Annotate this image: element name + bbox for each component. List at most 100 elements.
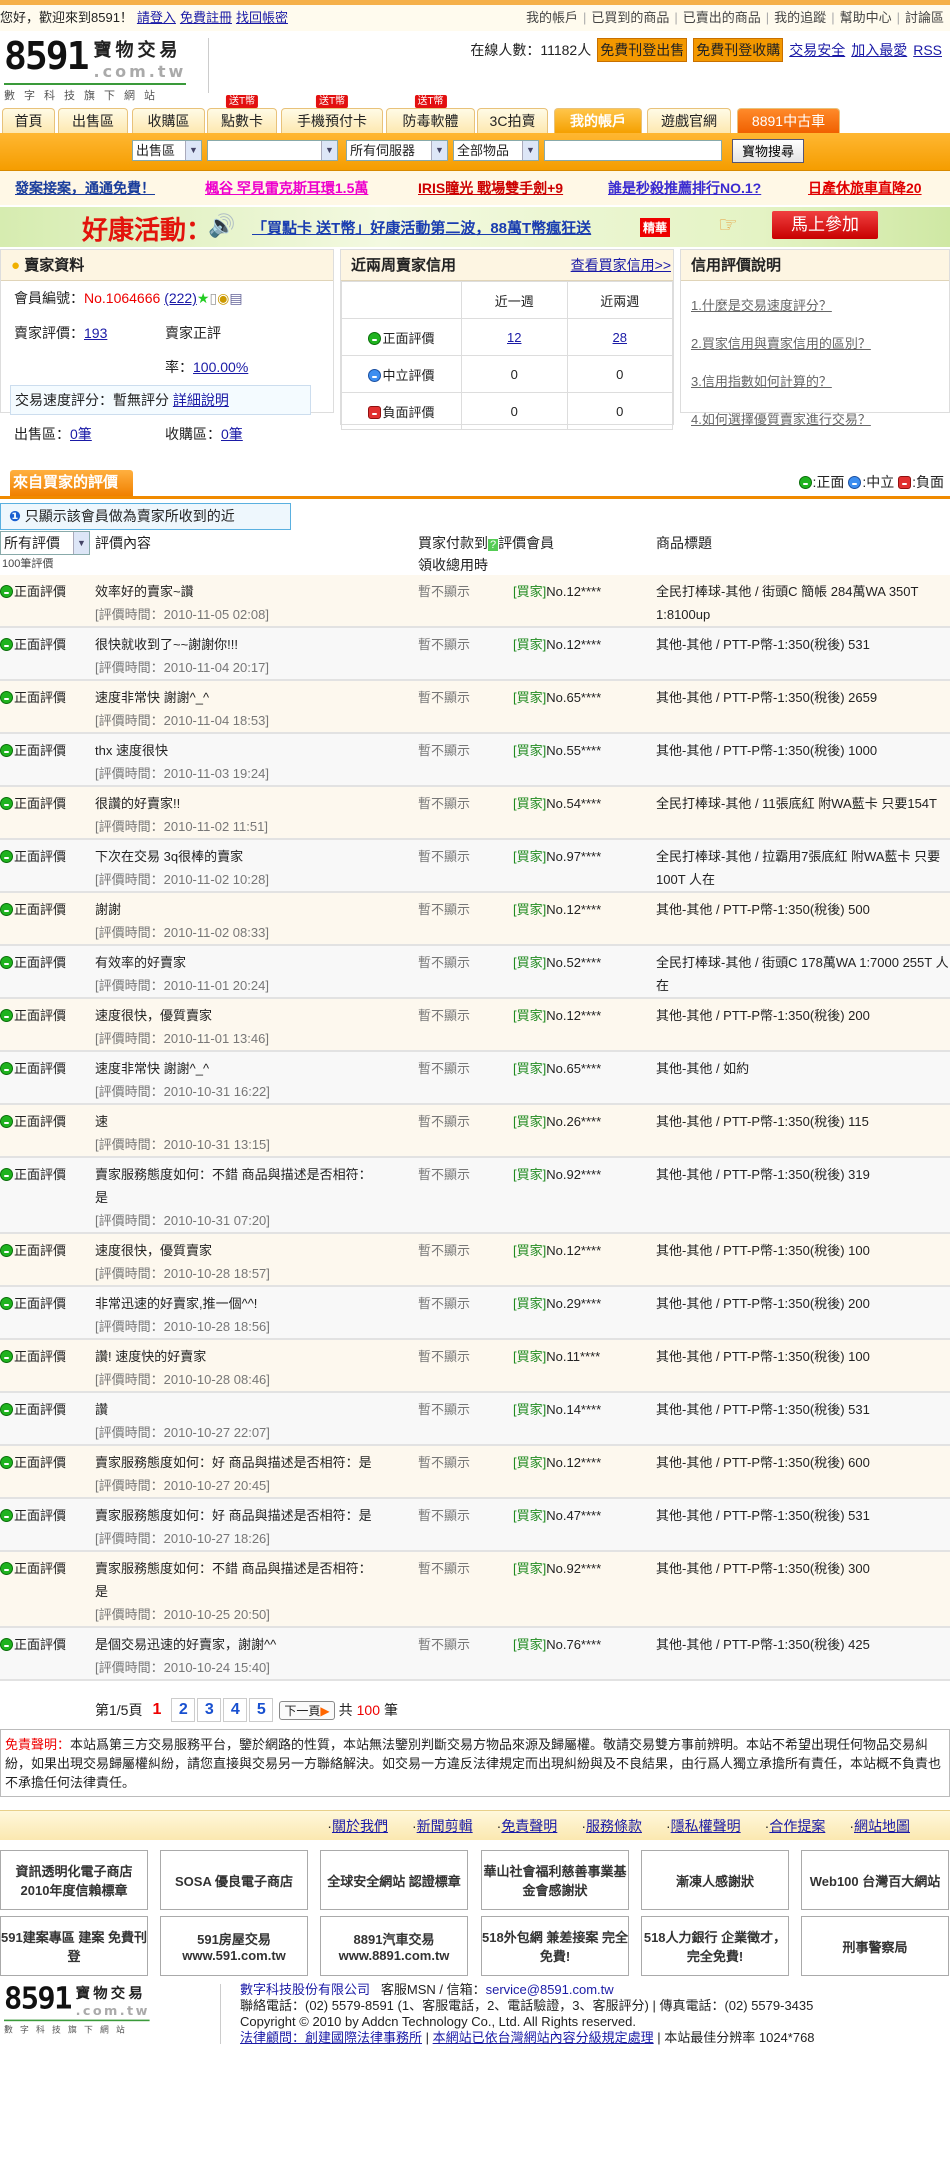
footer-link[interactable]: 關於我們 xyxy=(332,1818,388,1834)
review-content: 很快就收到了~~謝謝你!!! [評價時間：2010-11-04 20:17] xyxy=(95,627,418,681)
partner-badge[interactable]: Web100 台灣百大網站 xyxy=(801,1850,949,1910)
explain-link[interactable]: 3.信用指數如何計算的？ xyxy=(691,371,871,409)
partner-badge[interactable]: SOSA 優良電子商店 xyxy=(160,1850,308,1910)
help-icon[interactable]: ? xyxy=(488,539,499,551)
rating-type: 正面評價 xyxy=(0,733,95,787)
promo-link[interactable]: 發案接案，通通免費！ xyxy=(15,178,155,198)
tab-2[interactable]: 出售區 xyxy=(58,108,128,133)
email-link[interactable]: service@8591.com.tw xyxy=(486,1982,614,1997)
positive-rate-row: 率：100.00% xyxy=(165,359,249,375)
review-content: 非常迅速的好賣家,推一個^^! [評價時間：2010-10-28 18:56] xyxy=(95,1286,418,1340)
footer-link[interactable]: 新聞剪輯 xyxy=(417,1818,473,1834)
positive-rate-link[interactable]: 100.00% xyxy=(193,359,248,375)
search-input[interactable] xyxy=(544,140,722,161)
partner-badge[interactable]: 漸凍人感謝狀 xyxy=(641,1850,789,1910)
tab-badge: 送T幣 xyxy=(414,95,447,108)
join-now-button[interactable]: 馬上參加 xyxy=(772,211,878,239)
partner-badge[interactable]: 591建案專區 建案 免費刊登 xyxy=(0,1916,148,1976)
review-comment: 速度很快，優質賣家 xyxy=(95,1008,213,1023)
partner-badge[interactable]: 8891汽車交易 www.8891.com.tw xyxy=(320,1916,468,1976)
promo-link[interactable]: 日產休旅車直降20 xyxy=(808,178,922,198)
speaker-icon: 🔊 xyxy=(208,213,236,238)
footer-link[interactable]: 合作提案 xyxy=(769,1818,825,1834)
review-content: 讚 [評價時間：2010-10-27 22:07] xyxy=(95,1392,418,1446)
post-buy-button[interactable]: 免費刊登收購 xyxy=(693,38,784,62)
tab-6[interactable]: 防毒軟體 送T幣 xyxy=(386,95,475,133)
server-select[interactable]: 所有伺服器 ▼ xyxy=(346,140,448,161)
top-link[interactable]: 我的追蹤 xyxy=(774,10,826,25)
partner-badge[interactable]: 518人力銀行 企業徵才，完全免費! xyxy=(641,1916,789,1976)
promo-link[interactable]: 楓谷 罕見雷克斯耳環1.5萬 xyxy=(205,178,368,198)
promo-link[interactable]: IRIS瞳光 戰場雙手劍+9 xyxy=(418,178,563,198)
pay-duration: 暫不顯示 xyxy=(418,1498,513,1552)
footer-link[interactable]: 網站地圖 xyxy=(854,1818,910,1834)
tab-3[interactable]: 收購區 xyxy=(132,108,205,133)
login-link[interactable]: 請登入 xyxy=(137,10,176,25)
top-link[interactable]: 我的帳戶 xyxy=(526,10,578,25)
top-link[interactable]: 已買到的商品 xyxy=(591,10,669,25)
speed-detail-link[interactable]: 詳細說明 xyxy=(173,392,229,408)
page-link[interactable]: 3 xyxy=(197,1698,222,1722)
banner-link[interactable]: 「買點卡 送T幣」好康活動第二波，88萬T幣瘋狂送 xyxy=(252,217,591,238)
partner-badge[interactable]: 華山社會福利慈善事業基金會感謝狀 xyxy=(481,1850,629,1910)
site-logo[interactable]: 8591 寶物交易 .com.tw 數字科技旗下網站 xyxy=(4,36,187,103)
sell-count-link[interactable]: 0筆 xyxy=(70,426,92,442)
review-member: [買家]No.97**** xyxy=(513,839,656,893)
tab-8[interactable]: 我的帳戶 xyxy=(554,108,642,133)
tab-1[interactable]: 首頁 xyxy=(2,108,55,133)
recover-link[interactable]: 找回帳密 xyxy=(236,10,288,25)
register-link[interactable]: 免費註冊 xyxy=(180,10,232,25)
featured-tag: 精華 xyxy=(640,218,671,237)
member-count-link[interactable]: (222) xyxy=(164,290,197,306)
explain-link[interactable]: 4.如何選擇優質賣家進行交易？ xyxy=(691,409,871,447)
partner-badge[interactable]: 全球安全網站 認證標章 xyxy=(320,1850,468,1910)
page-link[interactable]: 5 xyxy=(249,1698,274,1722)
positive-2week-link[interactable]: 28 xyxy=(613,330,627,345)
seller-rating-link[interactable]: 193 xyxy=(84,325,107,341)
footer-link[interactable]: 服務條款 xyxy=(586,1818,642,1834)
page-link[interactable]: 4 xyxy=(223,1698,248,1722)
partner-badge[interactable]: 518外包網 兼差接案 完全免費! xyxy=(481,1916,629,1976)
area-select[interactable]: 出售區 ▼ xyxy=(132,140,202,161)
post-sell-button[interactable]: 免費刊登出售 xyxy=(597,38,688,62)
positive-week-link[interactable]: 12 xyxy=(507,330,521,345)
next-page-button[interactable]: 下一頁▶ xyxy=(279,1700,335,1720)
top-link[interactable]: 幫助中心 xyxy=(840,10,892,25)
top-link[interactable]: 已賣出的商品 xyxy=(683,10,761,25)
greeting: 您好，歡迎來到8591！ xyxy=(0,10,133,25)
explain-link[interactable]: 1.什麼是交易速度評分？ xyxy=(691,295,871,333)
credit-header: 近兩周賣家信用 查看買家信用>> xyxy=(341,250,673,281)
game-select[interactable]: ▼ xyxy=(207,140,338,161)
legal-link[interactable]: 法律顧問：創建國際法律事務所 xyxy=(240,2030,422,2045)
buy-count-link[interactable]: 0筆 xyxy=(221,426,243,442)
partner-badge[interactable]: 刑事警察局 xyxy=(801,1916,949,1976)
tab-label: 收購區 xyxy=(147,113,190,129)
view-buyer-credit-link[interactable]: 查看買家信用>> xyxy=(571,250,671,281)
tab-buyer-reviews[interactable]: 來自買家的評價 xyxy=(10,470,133,496)
footer-link[interactable]: 免責聲明 xyxy=(501,1818,557,1834)
partner-badge[interactable]: 資訊透明化電子商店 2010年度信賴標章 xyxy=(0,1850,148,1910)
footer-link[interactable]: 隱私權聲明 xyxy=(671,1818,741,1834)
tab-7[interactable]: 3C拍賣 xyxy=(477,108,548,133)
top-link[interactable]: 討論區 xyxy=(905,10,944,25)
rating-filter-select[interactable]: 所有評價 ▼ xyxy=(0,531,90,555)
tab-5[interactable]: 手機預付卡 送T幣 xyxy=(281,95,383,133)
tab-9[interactable]: 遊戲官網 xyxy=(647,108,731,133)
rss-link[interactable]: RSS xyxy=(913,42,942,58)
explain-link[interactable]: 2.買家信用與賣家信用的區別？ xyxy=(691,333,871,371)
promo-link[interactable]: 誰是秒殺推薦排行NO.1? xyxy=(608,178,761,198)
page-link[interactable]: 2 xyxy=(171,1698,196,1722)
safety-link[interactable]: 交易安全 xyxy=(789,40,845,60)
favorite-link[interactable]: 加入最愛 xyxy=(851,40,907,60)
partner-badge[interactable]: 591房屋交易 www.591.com.tw xyxy=(160,1916,308,1976)
search-button[interactable]: 寶物搜尋 xyxy=(732,139,804,163)
category-select[interactable]: 全部物品 ▼ xyxy=(453,140,539,161)
member-id-row: 會員編號：No.1064666 (222)★▯◉▤ xyxy=(14,290,243,306)
tab-4[interactable]: 點數卡 送T幣 xyxy=(207,95,277,133)
tab-10[interactable]: 8891中古車 xyxy=(737,108,840,133)
review-comment: 效率好的賣家~讚 xyxy=(95,584,194,599)
company-link[interactable]: 數字科技股份有限公司 xyxy=(240,1982,370,1997)
tab-label: 防毒軟體 xyxy=(402,113,459,129)
content-rating-link[interactable]: 本網站已依台灣網站內容分級規定處理 xyxy=(433,2030,654,2045)
rating-type: 正面評價 xyxy=(0,1104,95,1158)
